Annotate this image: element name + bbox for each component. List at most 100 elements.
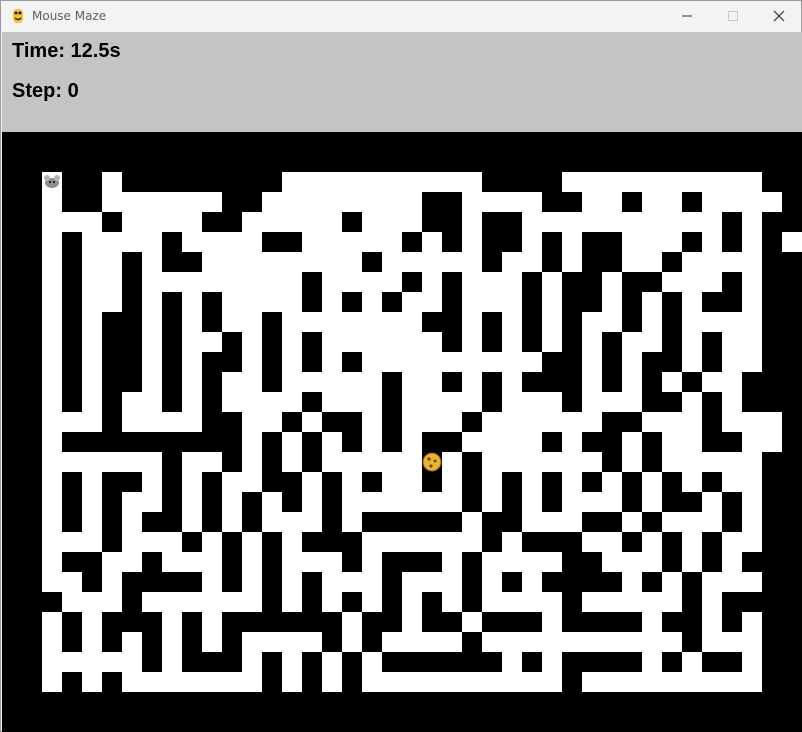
- maze-path-cell: [302, 632, 322, 652]
- maze-path-cell: [542, 452, 562, 472]
- maze-path-cell: [482, 272, 502, 292]
- maze-path-cell: [382, 212, 402, 232]
- maze-path-cell: [702, 372, 722, 392]
- maze-path-cell: [122, 632, 142, 652]
- maze-path-cell: [202, 532, 222, 552]
- maze-path-cell: [62, 572, 82, 592]
- maze-path-cell: [82, 392, 102, 412]
- maze-path-cell: [342, 452, 362, 472]
- maze-path-cell: [262, 192, 282, 212]
- maze-path-cell: [202, 272, 222, 292]
- maze-path-cell: [522, 632, 542, 652]
- maze-path-cell: [722, 532, 742, 552]
- maze-path-cell: [442, 252, 462, 272]
- maze-path-cell: [422, 232, 442, 252]
- maze-path-cell: [522, 572, 542, 592]
- maze-path-cell: [202, 612, 222, 632]
- maze-path-cell: [82, 492, 102, 512]
- maze-path-cell: [322, 292, 342, 312]
- maze-path-cell: [42, 372, 62, 392]
- step-label: Step:: [12, 80, 62, 102]
- maze-path-cell: [382, 472, 402, 492]
- maze-path-cell: [282, 592, 302, 612]
- maze-path-cell: [102, 552, 122, 572]
- maze-path-cell: [322, 332, 342, 352]
- maze-path-cell: [42, 652, 62, 672]
- maze-path-cell: [742, 512, 762, 532]
- maze-path-cell: [162, 532, 182, 552]
- maximize-icon: [727, 10, 739, 22]
- maze-path-cell: [622, 512, 642, 532]
- maze-path-cell: [462, 192, 482, 212]
- maze-path-cell: [202, 252, 222, 272]
- maze-path-cell: [742, 352, 762, 372]
- maze-path-cell: [682, 172, 702, 192]
- maze-path-cell: [82, 412, 102, 432]
- maze-path-cell: [442, 552, 462, 572]
- maze-path-cell: [142, 472, 162, 492]
- maze-path-cell: [82, 532, 102, 552]
- maze-path-cell: [622, 232, 642, 252]
- time-value: 12.5s: [70, 40, 121, 62]
- maze-path-cell: [342, 492, 362, 512]
- maze-path-cell: [282, 192, 302, 212]
- maze-path-cell: [742, 432, 762, 452]
- minimize-button[interactable]: [664, 1, 710, 31]
- maze-path-cell: [262, 272, 282, 292]
- maze-path-cell: [682, 532, 702, 552]
- maze-path-cell: [282, 552, 302, 572]
- minimize-icon: [681, 10, 693, 22]
- maximize-button[interactable]: [710, 1, 756, 31]
- maze-path-cell: [222, 292, 242, 312]
- maze-path-cell: [182, 512, 202, 532]
- maze-path-cell: [422, 352, 442, 372]
- maze-path-cell: [582, 312, 602, 332]
- maze-path-cell: [502, 372, 522, 392]
- maze-path-cell: [322, 372, 342, 392]
- close-button[interactable]: [756, 1, 802, 31]
- maze-path-cell: [382, 532, 402, 552]
- maze-path-cell: [602, 492, 622, 512]
- maze-path-cell: [482, 592, 502, 612]
- maze-path-cell: [342, 172, 362, 192]
- maze-path-cell: [642, 292, 662, 312]
- maze-path-cell: [602, 592, 622, 612]
- title-bar[interactable]: Mouse Maze: [1, 1, 801, 31]
- maze-path-cell: [382, 352, 402, 372]
- maze-path-cell: [162, 612, 182, 632]
- maze-path-cell: [242, 412, 262, 432]
- maze-path-cell: [242, 292, 262, 312]
- maze-path-cell: [562, 632, 582, 652]
- maze-path-cell: [122, 452, 142, 472]
- maze-path-cell: [682, 432, 702, 452]
- maze-path-cell: [322, 252, 342, 272]
- maze-path-cell: [42, 452, 62, 472]
- maze-path-cell: [502, 652, 522, 672]
- maze-path-cell: [642, 672, 662, 692]
- maze-path-cell: [82, 592, 102, 612]
- maze-path-cell: [502, 412, 522, 432]
- maze-path-cell: [502, 272, 522, 292]
- maze-path-cell: [242, 592, 262, 612]
- maze-path-cell: [402, 192, 422, 212]
- maze-path-cell: [682, 392, 702, 412]
- maze-path-cell: [182, 272, 202, 292]
- maze-path-cell: [722, 572, 742, 592]
- maze-path-cell: [462, 212, 482, 232]
- maze-path-cell: [702, 312, 722, 332]
- maze-path-cell: [582, 632, 602, 652]
- maze-path-cell: [362, 392, 382, 412]
- maze-path-cell: [742, 652, 762, 672]
- maze-path-cell: [42, 332, 62, 352]
- maze-path-cell: [402, 532, 422, 552]
- maze-path-cell: [602, 532, 622, 552]
- maze-path-cell: [42, 492, 62, 512]
- maze-board[interactable]: [2, 132, 802, 732]
- maze-path-cell: [502, 672, 522, 692]
- maze-path-cell: [582, 532, 602, 552]
- maze-path-cell: [162, 552, 182, 572]
- maze-path-cell: [502, 392, 522, 412]
- maze-path-cell: [282, 432, 302, 452]
- maze-path-cell: [202, 232, 222, 252]
- maze-path-cell: [222, 272, 242, 292]
